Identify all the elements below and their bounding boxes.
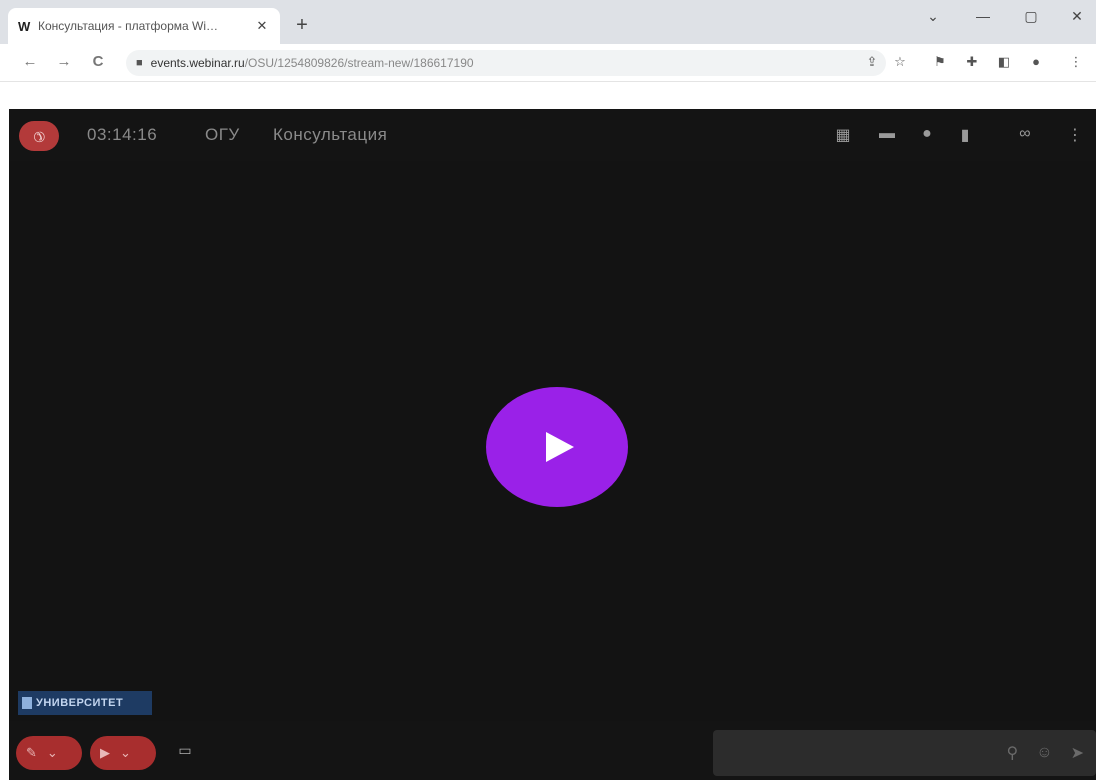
chat-input-bar: ⚲ ☺ ➤	[713, 730, 1096, 776]
tab-search-icon[interactable]: ⌄	[918, 8, 948, 25]
profile-icon[interactable]: ●	[1026, 54, 1046, 69]
camera-off-icon: ▶	[100, 745, 110, 760]
screen-share-icon[interactable]: ▭	[172, 742, 198, 764]
more-options-icon[interactable]: ⋮	[1063, 125, 1087, 145]
browser-menu-icon[interactable]: ⋮	[1066, 54, 1086, 70]
university-logo: УНИВЕРСИТЕТ	[18, 691, 152, 715]
new-tab-button[interactable]: +	[290, 14, 314, 37]
close-window-button[interactable]: ✕	[1062, 8, 1092, 25]
leave-call-button[interactable]: ✆	[19, 121, 59, 151]
microphone-off-icon: ✎	[26, 745, 37, 760]
camera-toggle[interactable]: ▶ ⌄	[90, 736, 156, 770]
lock-icon: ■	[136, 57, 143, 69]
session-timer: 03:14:16	[87, 125, 158, 144]
event-title: Консультация	[273, 125, 388, 144]
chevron-down-icon[interactable]: ⌄	[47, 745, 58, 761]
participants-icon[interactable]: ●	[915, 125, 939, 143]
page-spacer	[0, 82, 1096, 109]
tab-close-icon[interactable]: ✕	[254, 18, 270, 34]
back-button[interactable]: ←	[20, 53, 40, 70]
extensions-puzzle-icon[interactable]: ✚	[962, 54, 982, 70]
chevron-down-icon[interactable]: ⌄	[120, 745, 131, 761]
tab-title: Консультация - платформа Wi…	[38, 19, 218, 33]
url-path: /OSU/1254809826/stream-new/186617190	[244, 56, 474, 70]
send-icon[interactable]: ➤	[1071, 743, 1084, 763]
logo-text: УНИВЕРСИТЕТ	[36, 697, 124, 709]
chat-input[interactable]	[723, 738, 963, 768]
extension-icon[interactable]: ⚑	[930, 54, 950, 70]
layout-icon[interactable]: ▦	[831, 125, 855, 145]
webinar-app: ✆ 03:14:16 ОГУ Консультация ▦ ▬ ● ▮ ∞ ⋮ …	[9, 109, 1096, 780]
forward-button[interactable]: →	[54, 53, 74, 70]
attach-icon[interactable]: ⚲	[1007, 743, 1019, 763]
url-host: events.webinar.ru	[150, 56, 245, 70]
play-icon	[546, 432, 574, 462]
microphone-toggle[interactable]: ✎ ⌄	[16, 736, 82, 770]
browser-toolbar: ← → C ■ events.webinar.ru/OSU/1254809826…	[0, 44, 1096, 82]
chat-icon[interactable]: ▬	[875, 125, 899, 143]
favicon-icon: W	[18, 18, 31, 34]
address-bar[interactable]: ■ events.webinar.ru/OSU/1254809826/strea…	[126, 50, 886, 76]
browser-tab[interactable]: W Консультация - платформа Wi… ✕	[8, 8, 280, 44]
organization-name: ОГУ	[205, 125, 240, 144]
logo-mark-icon	[22, 697, 32, 709]
video-stage[interactable]	[9, 161, 1096, 721]
minimize-button[interactable]: —	[968, 8, 998, 24]
side-panel-icon[interactable]: ◧	[994, 54, 1014, 70]
emoji-icon[interactable]: ☺	[1036, 744, 1052, 762]
url-text: events.webinar.ru/OSU/1254809826/stream-…	[151, 56, 474, 70]
browser-tabbar: W Консультация - платформа Wi… ✕ + ⌄ — ▢…	[0, 0, 1096, 44]
link-icon[interactable]: ∞	[1013, 125, 1037, 143]
app-header: ✆ 03:14:16 ОГУ Консультация ▦ ▬ ● ▮ ∞ ⋮	[9, 109, 1096, 161]
files-icon[interactable]: ▮	[953, 125, 977, 145]
play-button[interactable]	[486, 387, 628, 507]
share-icon[interactable]: ⇪	[862, 54, 882, 70]
bookmark-star-icon[interactable]: ☆	[890, 54, 910, 70]
restore-button[interactable]: ▢	[1016, 8, 1046, 25]
phone-hangup-icon: ✆	[29, 126, 50, 147]
reload-button[interactable]: C	[88, 53, 108, 70]
